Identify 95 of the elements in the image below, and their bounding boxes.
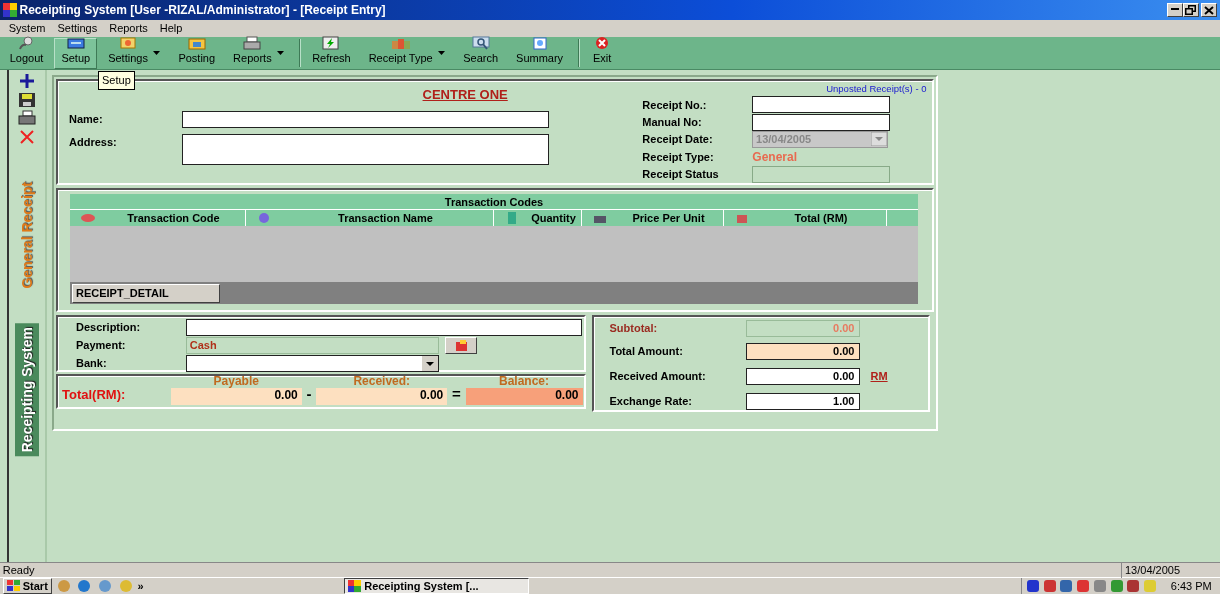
amount-field[interactable]: 0.00: [745, 342, 860, 360]
field-label: Subtotal:: [609, 321, 659, 337]
tray-icon[interactable]: [1059, 579, 1074, 593]
column-header[interactable]: Transaction Code: [102, 209, 245, 226]
overflow-chevron[interactable]: »: [137, 577, 144, 594]
amount-field[interactable]: 0.00: [745, 367, 860, 385]
currency-link[interactable]: RM: [870, 367, 888, 385]
tray-icon[interactable]: [1042, 579, 1057, 593]
dropdown-arrow-icon: [871, 132, 888, 147]
field-label: Bank:: [76, 356, 108, 372]
amount-field[interactable]: 1.00: [745, 392, 860, 410]
minimize-icon: [1170, 8, 1179, 10]
column-header[interactable]: Price Per Unit: [614, 209, 723, 226]
toolbar-button[interactable]: Setup: [54, 37, 98, 69]
sheet-tab[interactable]: RECEIPT_DETAIL: [72, 283, 220, 303]
amount-field: 0.00: [745, 320, 860, 337]
amount-field: 0.00: [316, 388, 448, 406]
menu-item[interactable]: System: [2, 20, 52, 37]
amount-field: 0.00: [465, 388, 583, 406]
operator-sign: =: [452, 383, 461, 404]
dropdown-field[interactable]: [186, 355, 439, 372]
dropdown-arrow-icon: [277, 50, 285, 55]
field-label: Received Amount:: [609, 368, 707, 384]
field-label: Name:: [69, 111, 104, 127]
toolbar-button[interactable]: Receipt Type: [361, 37, 453, 69]
operator-sign: -: [306, 383, 312, 404]
tray-icon[interactable]: [1126, 579, 1141, 593]
field-label: Exchange Rate:: [609, 393, 694, 409]
windows-logo-icon: [6, 580, 20, 592]
folder-icon: [185, 36, 208, 50]
toolbar-button[interactable]: Posting: [171, 37, 223, 69]
unposted-count: Unposted Receipt(s) - 0: [825, 82, 928, 96]
field-label: Address:: [69, 134, 118, 150]
field-label: Receipt Status: [642, 167, 720, 183]
field-label: Payment:: [76, 338, 127, 354]
tray-icon[interactable]: [1025, 579, 1040, 593]
menu-item[interactable]: Help: [153, 20, 189, 37]
toolbar-button[interactable]: Search: [456, 37, 506, 69]
textarea-field[interactable]: [182, 133, 549, 165]
centre-title: CENTRE ONE: [421, 86, 509, 104]
magnifier-icon: [469, 36, 492, 50]
save-icon[interactable]: [18, 91, 36, 108]
menu-item[interactable]: Reports: [103, 20, 154, 37]
amount-field: 0.00: [170, 388, 302, 406]
globe-icon: [256, 210, 272, 225]
minimize-button[interactable]: [1166, 3, 1183, 17]
total-label: Total(RM):: [62, 385, 127, 404]
column-header[interactable]: Quantity: [526, 209, 581, 226]
tooltip: Setup: [98, 71, 135, 90]
column-heading: Balance:: [498, 375, 551, 389]
tray-icon[interactable]: [1076, 579, 1091, 593]
side-tab[interactable]: Receipting System: [15, 323, 39, 457]
dropdown-arrow-icon: [438, 50, 446, 55]
card-icon: [453, 339, 468, 352]
close-icon: [1204, 5, 1215, 15]
close-button[interactable]: [1201, 3, 1218, 17]
field-label: Total Amount:: [609, 343, 684, 359]
status-text: Ready: [2, 562, 35, 578]
toolbar-button[interactable]: Reports: [226, 37, 292, 69]
start-button[interactable]: Start: [2, 578, 52, 594]
field-label: Receipt Type:: [642, 149, 715, 165]
receipt-type-value: General: [752, 148, 798, 166]
app-icon: [348, 580, 362, 592]
field-label: Manual No:: [642, 114, 703, 130]
grid-title: Transaction Codes: [70, 193, 918, 210]
taskbar-button[interactable]: Receipting System [...: [344, 578, 530, 594]
column-header[interactable]: Total (RM): [756, 209, 886, 226]
keyboard-icon: [64, 36, 87, 50]
input-field[interactable]: [186, 319, 582, 336]
toolbar-button[interactable]: Logout: [2, 37, 51, 69]
card-button[interactable]: [444, 337, 477, 354]
input-field[interactable]: [752, 113, 891, 131]
input-field[interactable]: [752, 96, 891, 114]
toolbar-button[interactable]: Exit: [584, 37, 621, 69]
menu-item[interactable]: Settings: [51, 20, 104, 37]
field-label: Receipt No.:: [642, 97, 708, 113]
clock: 6:43 PM: [1170, 578, 1212, 594]
restore-icon: [1185, 5, 1196, 15]
field-label: Receipt Date:: [642, 131, 714, 147]
window-title: Receipting System [User -RIZAL/Administrator] - [Receipt Entry]: [19, 2, 386, 19]
column-header[interactable]: Transaction Name: [278, 209, 493, 226]
printer-icon[interactable]: [18, 110, 36, 127]
column-heading: Payable: [212, 375, 260, 389]
boxes-icon: [389, 36, 412, 50]
payment-field: Cash: [186, 337, 439, 354]
column-heading: Received:: [352, 375, 412, 389]
toolbar-button[interactable]: Settings: [101, 37, 168, 69]
add-icon[interactable]: [18, 72, 36, 89]
printer-icon: [241, 36, 264, 50]
toolbar-button[interactable]: Refresh: [305, 37, 358, 69]
toolbar-button[interactable]: Summary: [509, 37, 571, 69]
app-icon: [2, 3, 17, 17]
field-label: Description:: [76, 320, 142, 336]
input-field[interactable]: [182, 110, 549, 128]
dropdown-arrow-icon: [153, 50, 161, 55]
